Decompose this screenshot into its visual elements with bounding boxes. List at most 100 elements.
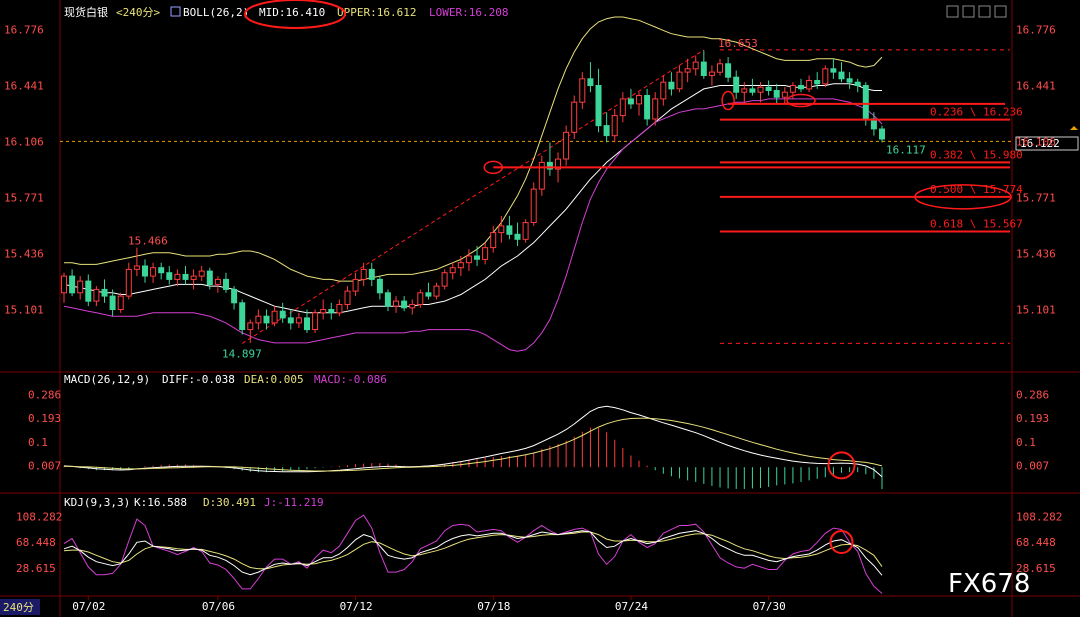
candle-body — [603, 125, 610, 137]
candle-body — [733, 76, 740, 93]
candle-body — [133, 265, 140, 270]
period-badge[interactable]: 240分 — [3, 601, 34, 614]
kdj-j-line — [63, 514, 883, 594]
main-y-tick-left: 16.106 — [4, 135, 44, 148]
macd-diff-line — [63, 405, 883, 478]
candle-body — [854, 81, 861, 86]
chart-frame — [0, 0, 1080, 617]
candle-body — [312, 312, 319, 330]
zoom-in-icon[interactable] — [946, 5, 959, 18]
boll-mid-label: MID:16.410 — [259, 6, 325, 19]
candle-body — [830, 68, 837, 73]
candle-body — [498, 225, 505, 234]
candle-body — [393, 300, 399, 307]
kdj-y-tick-right: 108.282 — [1016, 510, 1062, 523]
candle-body — [773, 90, 780, 98]
boll-upper-label: UPPER:16.612 — [337, 6, 416, 19]
macd-diff-label: DIFF:-0.038 — [162, 373, 235, 386]
candle-body — [725, 63, 732, 78]
price-annotation-last: 16.117 — [886, 144, 926, 157]
candle-body — [457, 262, 464, 269]
candle-body — [781, 91, 788, 98]
macd-y-tick-left: 0.286 — [28, 389, 61, 402]
candle-body — [789, 85, 796, 93]
candle-body — [749, 88, 756, 93]
candle-body — [158, 267, 165, 274]
candle-body — [376, 278, 383, 294]
candle-body — [304, 317, 310, 331]
candle-body — [700, 61, 707, 76]
macd-dea-line — [64, 417, 883, 472]
candle-body — [692, 61, 699, 70]
candle-body — [587, 78, 594, 87]
candle-body — [271, 310, 278, 324]
candle-body — [563, 131, 570, 160]
candle-body — [263, 315, 270, 324]
candle-body — [538, 161, 545, 190]
candle-body — [862, 85, 869, 120]
candle-body — [320, 309, 327, 314]
macd-y-tick-right: 0.193 — [1016, 412, 1049, 425]
candle-body — [717, 63, 723, 73]
main-y-tick-right: 15.436 — [1016, 247, 1056, 260]
candle-body — [85, 280, 92, 302]
candle-body — [61, 275, 67, 294]
x-tick-label: 07/24 — [615, 600, 648, 613]
candle-body — [336, 304, 343, 314]
kdj-d-label: D:30.491 — [203, 496, 256, 509]
candle-body — [417, 292, 424, 305]
candle-body — [174, 273, 181, 280]
candle-body — [109, 295, 116, 311]
candle-body — [798, 85, 804, 90]
candle-body — [660, 81, 667, 100]
main-y-tick-right: 16.441 — [1016, 79, 1056, 92]
candle-body — [409, 304, 416, 309]
candle-body — [352, 278, 359, 292]
candle-body — [806, 80, 813, 90]
boll-label: BOLL(26,2) — [183, 6, 249, 19]
main-y-tick-right: 16.106 — [1016, 135, 1056, 148]
main-y-tick-right: 15.101 — [1016, 303, 1056, 316]
kdj-y-tick-right: 68.448 — [1016, 536, 1056, 549]
candle-body — [182, 273, 189, 280]
candle-body — [490, 232, 497, 249]
fib-trend-line — [241, 49, 705, 344]
candle-body — [190, 275, 197, 280]
candle-body — [344, 290, 351, 306]
close-icon[interactable] — [994, 5, 1007, 18]
main-y-tick-right: 16.776 — [1016, 23, 1056, 36]
kdj-y-tick-left: 108.282 — [16, 510, 62, 523]
candle-body — [449, 267, 456, 274]
boll-lower-line — [63, 98, 883, 352]
candle-body — [822, 68, 829, 85]
candle-body — [530, 188, 537, 224]
candle-body — [611, 115, 618, 137]
kdj-j-label: J:-11.219 — [264, 496, 324, 509]
macd-y-tick-left: 0.007 — [28, 459, 61, 472]
main-y-tick-left: 15.771 — [4, 191, 44, 204]
boll-upper-line — [64, 16, 883, 282]
candle-body — [368, 268, 375, 280]
macd-y-tick-right: 0.007 — [1016, 459, 1049, 472]
fib-level-label: 0.382 \ 15.980 — [930, 148, 1023, 161]
zoom-out-icon[interactable] — [962, 5, 975, 18]
candle-body — [684, 68, 691, 73]
macd-y-tick-right: 0.1 — [1016, 436, 1036, 449]
price-annotation-high: 15.466 — [128, 234, 168, 247]
candle-body — [206, 270, 213, 286]
candle-body — [668, 81, 675, 90]
main-y-tick-left: 15.436 — [4, 247, 44, 260]
candle-body — [482, 247, 489, 260]
kdj-k-label: K:16.588 — [134, 496, 187, 509]
candle-body — [425, 292, 432, 297]
x-tick-label: 07/18 — [477, 600, 510, 613]
x-tick-label: 07/06 — [202, 600, 235, 613]
highlight-circle — [721, 90, 735, 111]
indicator-icon[interactable] — [170, 6, 181, 17]
chart-canvas: 现货白银 <240分> BOLL(26,2) MID:16.410 UPPER:… — [0, 0, 1080, 617]
settings-icon[interactable] — [978, 5, 991, 18]
candle-body — [125, 268, 132, 297]
candle-body — [514, 233, 521, 240]
candle-body — [255, 315, 262, 324]
candle-body — [619, 98, 626, 117]
